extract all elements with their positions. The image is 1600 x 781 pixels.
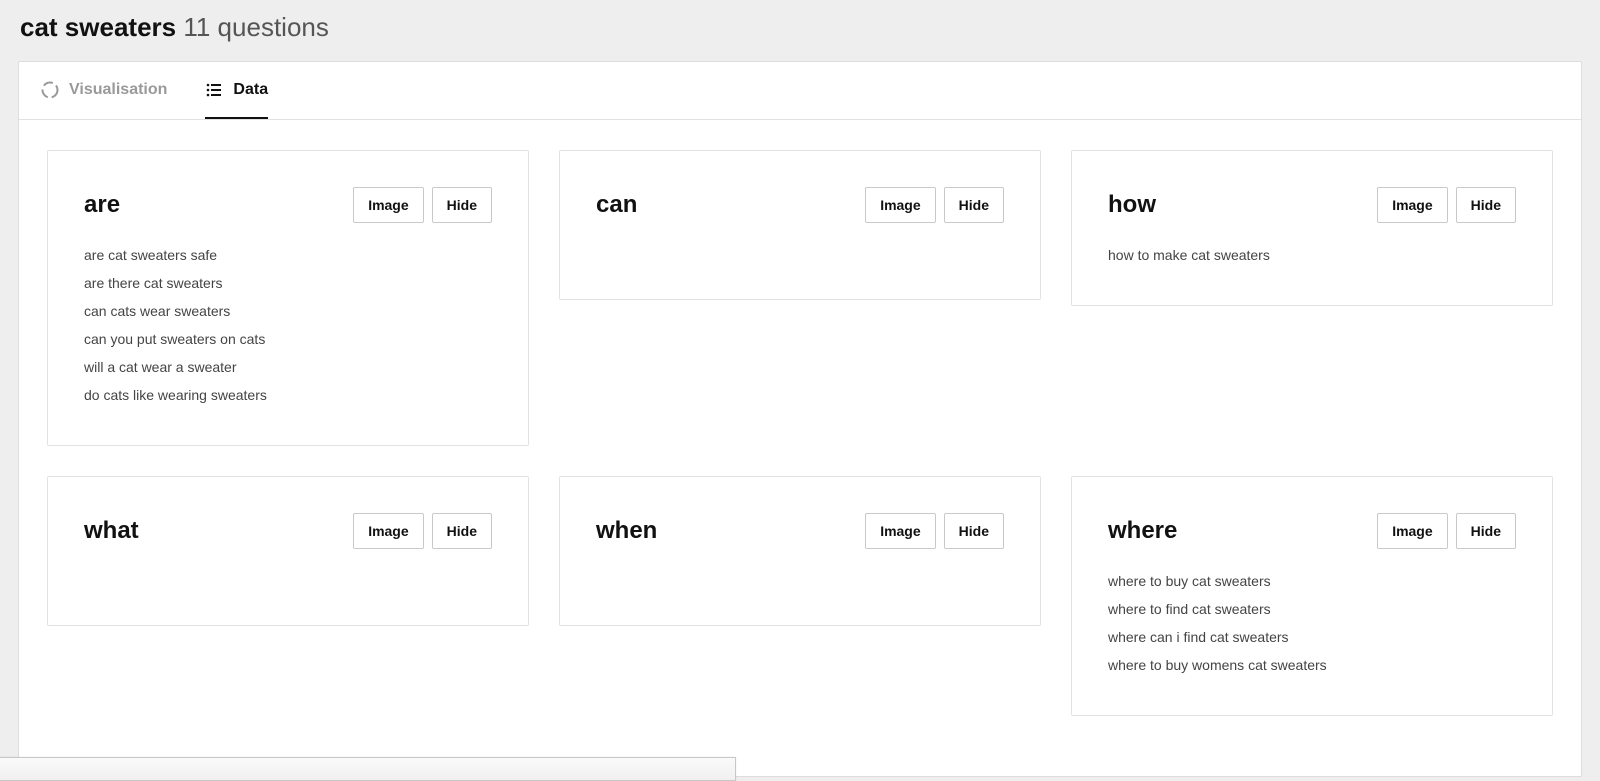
card-header: are ImageHide: [84, 187, 492, 223]
image-button[interactable]: Image: [865, 513, 935, 549]
hide-button[interactable]: Hide: [944, 187, 1004, 223]
card-header: where ImageHide: [1108, 513, 1516, 549]
question-card-when: when ImageHide: [559, 476, 1041, 626]
tab-data[interactable]: Data: [205, 62, 268, 119]
page-header: cat sweaters 11 questions: [0, 0, 1600, 61]
question-item[interactable]: are cat sweaters safe: [84, 241, 492, 269]
image-button[interactable]: Image: [1377, 187, 1447, 223]
question-item[interactable]: do cats like wearing sweaters: [84, 381, 492, 409]
results-panel: Visualisation Data areImageHideare c: [18, 61, 1582, 777]
list-icon: [205, 81, 223, 99]
hide-button[interactable]: Hide: [432, 187, 492, 223]
card-header: how ImageHide: [1108, 187, 1516, 223]
card-header: what ImageHide: [84, 513, 492, 549]
question-item[interactable]: will a cat wear a sweater: [84, 353, 492, 381]
cards-container: areImageHideare cat sweaters safeare the…: [19, 120, 1581, 776]
page-title: cat sweaters 11 questions: [20, 12, 1580, 43]
card-header: can ImageHide: [596, 187, 1004, 223]
image-button[interactable]: Image: [353, 513, 423, 549]
card-title: how: [1108, 191, 1156, 219]
question-card-how: how ImageHide how to make cat sweaters: [1071, 150, 1553, 306]
question-card-where: whereImageHidewhere to buy cat sweatersw…: [1071, 476, 1553, 716]
tab-visualisation[interactable]: Visualisation: [41, 62, 167, 119]
question-item[interactable]: are there cat sweaters: [84, 269, 492, 297]
question-list: where to buy cat sweaterswhere to find c…: [1108, 567, 1516, 679]
card-button-row: ImageHide: [865, 187, 1004, 223]
card-button-row: ImageHide: [865, 513, 1004, 549]
question-item[interactable]: can cats wear sweaters: [84, 297, 492, 325]
hide-button[interactable]: Hide: [944, 513, 1004, 549]
card-title: what: [84, 517, 139, 545]
image-button[interactable]: Image: [865, 187, 935, 223]
question-item[interactable]: where to buy womens cat sweaters: [1108, 651, 1516, 679]
question-card-are: are ImageHide are cat sweaters safeare the…: [47, 150, 529, 446]
hide-button[interactable]: Hide: [432, 513, 492, 549]
question-item[interactable]: where to find cat sweaters: [1108, 595, 1516, 623]
card-button-row: ImageHide: [1377, 513, 1516, 549]
question-item[interactable]: how to make cat sweaters: [1108, 241, 1516, 269]
card-button-row: ImageHide: [353, 187, 492, 223]
question-item[interactable]: where to buy cat sweaters: [1108, 567, 1516, 595]
tab-data-label: Data: [233, 81, 268, 99]
question-list: how to make cat sweaters: [1108, 241, 1516, 269]
question-card-what: what ImageHide: [47, 476, 529, 626]
card-button-row: ImageHide: [1377, 187, 1516, 223]
tab-visualisation-label: Visualisation: [69, 81, 167, 99]
app-root: cat sweaters 11 questions Visualisation: [0, 0, 1600, 781]
question-count-suffix: 11 questions: [183, 12, 329, 42]
card-title: can: [596, 191, 637, 219]
tabs-bar: Visualisation Data: [19, 62, 1581, 120]
embedded-frame-footer: [0, 757, 736, 781]
card-title: where: [1108, 517, 1177, 545]
visualisation-icon: [41, 81, 59, 99]
image-button[interactable]: Image: [1377, 513, 1447, 549]
question-list: are cat sweaters safeare there cat sweat…: [84, 241, 492, 409]
hide-button[interactable]: Hide: [1456, 187, 1516, 223]
image-button[interactable]: Image: [353, 187, 423, 223]
card-title: are: [84, 191, 120, 219]
card-header: when ImageHide: [596, 513, 1004, 549]
card-button-row: ImageHide: [353, 513, 492, 549]
card-title: when: [596, 517, 657, 545]
search-term: cat sweaters: [20, 12, 176, 42]
hide-button[interactable]: Hide: [1456, 513, 1516, 549]
question-card-can: can ImageHide: [559, 150, 1041, 300]
question-item[interactable]: can you put sweaters on cats: [84, 325, 492, 353]
question-item[interactable]: where can i find cat sweaters: [1108, 623, 1516, 651]
